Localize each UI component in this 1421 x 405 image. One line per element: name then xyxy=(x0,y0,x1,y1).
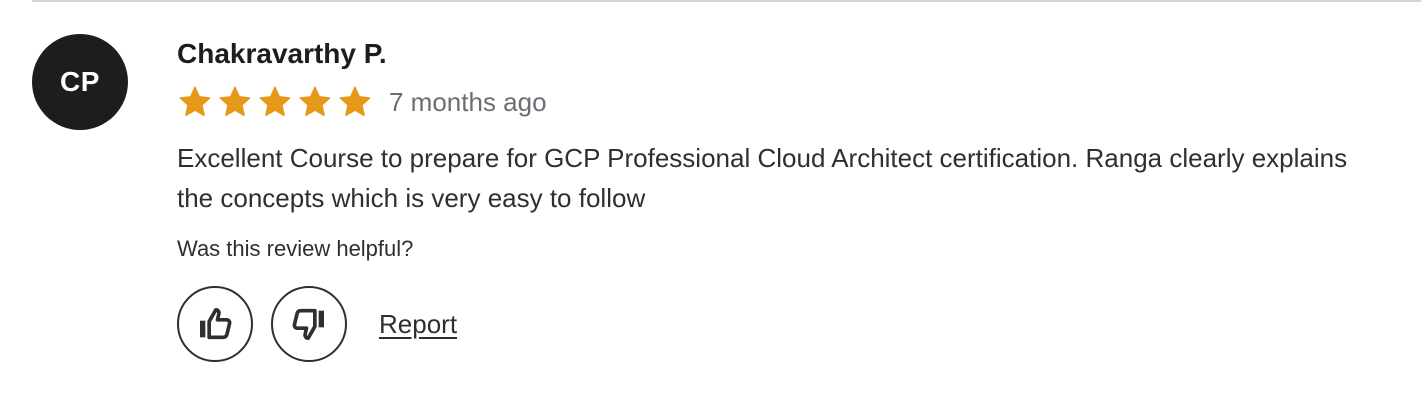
star-icon xyxy=(299,86,331,117)
star-icon xyxy=(219,86,251,117)
thumbs-up-icon xyxy=(200,308,232,340)
review-content: Chakravarthy P. 7 months ago Excellent C… xyxy=(177,36,1381,362)
star-icon xyxy=(339,86,371,117)
star-rating xyxy=(177,84,373,120)
avatar: CP xyxy=(32,34,128,130)
top-divider xyxy=(32,0,1421,2)
helpful-question: Was this review helpful? xyxy=(177,236,414,261)
star-icon xyxy=(179,86,211,117)
review-actions: Report xyxy=(177,286,1381,362)
reviewer-name: Chakravarthy P. xyxy=(177,38,387,69)
star-icon xyxy=(259,86,291,117)
thumbs-down-button[interactable] xyxy=(271,286,347,362)
review-text: Excellent Course to prepare for GCP Prof… xyxy=(177,143,1348,213)
rating-row: 7 months ago xyxy=(177,84,1381,120)
avatar-initials: CP xyxy=(60,66,100,97)
thumbs-up-button[interactable] xyxy=(177,286,253,362)
report-link[interactable]: Report xyxy=(379,309,457,340)
review-date: 7 months ago xyxy=(389,87,547,117)
thumbs-down-icon xyxy=(292,308,324,340)
